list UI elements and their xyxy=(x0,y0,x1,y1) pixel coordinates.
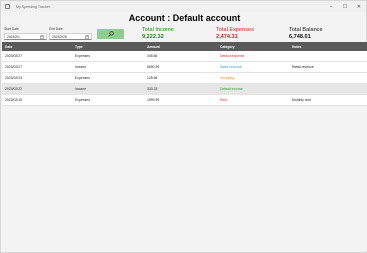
calendar-icon xyxy=(85,34,89,39)
total-expenses-label: Total Expenses xyxy=(216,27,254,33)
maximize-icon[interactable]: ☐ xyxy=(338,1,352,12)
cell-category: Sales revenue xyxy=(220,65,242,69)
cell-category: Default income xyxy=(220,87,243,91)
cell-type: Income xyxy=(75,87,87,91)
end-date-picker[interactable]: 2023/2/28 xyxy=(49,33,92,40)
cell-notes: Monthly rent xyxy=(292,98,311,102)
cell-type: Income xyxy=(75,65,87,69)
cell-date: 2023/02/15 xyxy=(5,98,22,102)
total-income-label: Total Income xyxy=(142,27,174,33)
cell-category: Default expense xyxy=(220,54,245,58)
table-header: Date Type Amount Category Notes xyxy=(2,42,367,51)
calendar-icon xyxy=(40,34,44,39)
column-header-type[interactable]: Type xyxy=(74,45,146,49)
cell-date: 2023/02/22 xyxy=(5,87,22,91)
cell-type: Expenses xyxy=(75,98,90,102)
total-income-value: 9,222.32 xyxy=(142,34,164,40)
table-row[interactable]: 2023/02/23 Expenses 128.66 Shopping xyxy=(2,73,367,84)
cell-notes: Retail revenue xyxy=(292,65,314,69)
total-income-panel: Total Income 9,222.32 xyxy=(142,27,174,40)
column-header-notes[interactable]: Notes xyxy=(291,45,367,49)
column-header-date[interactable]: Date xyxy=(2,45,74,49)
app-window: My Spending Tracker – ☐ ✕ Account : Defa… xyxy=(0,0,367,253)
column-header-category[interactable]: Category xyxy=(219,45,291,49)
window-title: My Spending Tracker xyxy=(16,4,50,9)
table-row[interactable]: 2023/02/22 Income 333.33 Default income xyxy=(2,84,367,95)
start-date-picker[interactable]: 2023/2/1 xyxy=(4,33,47,40)
search-button[interactable] xyxy=(97,29,124,39)
table-row[interactable]: 2023/02/27 Income 6690.99 Sales revenue Reta… xyxy=(2,62,367,73)
end-date-value: 2023/2/28 xyxy=(52,34,67,39)
total-expenses-panel: Total Expenses 2,474.31 xyxy=(216,27,254,40)
cell-amount: 345.66 xyxy=(147,54,158,58)
cell-amount: 1999.99 xyxy=(147,98,160,102)
close-icon[interactable]: ✕ xyxy=(352,1,366,12)
cell-category: Shopping xyxy=(220,76,235,80)
total-balance-value: 6,748.01 xyxy=(289,34,311,40)
minimize-icon[interactable]: – xyxy=(324,1,338,12)
cell-amount: 6690.99 xyxy=(147,65,160,69)
cell-amount: 128.66 xyxy=(147,76,158,80)
title-bar: My Spending Tracker – ☐ ✕ xyxy=(1,1,366,12)
page-title: Account : Default account xyxy=(128,13,241,23)
total-balance-label: Total Balance xyxy=(289,27,323,33)
window-controls: – ☐ ✕ xyxy=(324,1,366,12)
start-date-value: 2023/2/1 xyxy=(7,34,20,39)
cell-amount: 333.33 xyxy=(147,87,158,91)
total-expenses-value: 2,474.31 xyxy=(216,34,238,40)
cell-type: Expenses xyxy=(75,76,90,80)
cell-category: Rent xyxy=(220,98,228,102)
table-row[interactable]: 2023/02/15 Expenses 1999.99 Rent Monthly ren… xyxy=(2,95,367,106)
cell-date: 2023/02/27 xyxy=(5,54,22,58)
search-icon xyxy=(107,31,114,37)
app-icon xyxy=(5,4,10,9)
end-date-filter: End Date 2023/2/28 xyxy=(49,27,92,40)
start-date-label: Start Date xyxy=(4,27,19,31)
cell-date: 2023/02/27 xyxy=(5,65,22,69)
table-row[interactable]: 2023/02/27 Expenses 345.66 Default expense xyxy=(2,51,367,62)
cell-date: 2023/02/23 xyxy=(5,76,22,80)
column-header-amount[interactable]: Amount xyxy=(146,45,219,49)
transactions-table: Date Type Amount Category Notes 2023/02/… xyxy=(2,42,367,251)
total-balance-panel: Total Balance 6,748.01 xyxy=(289,27,323,40)
table-body: 2023/02/27 Expenses 345.66 Default expense 2… xyxy=(2,51,367,106)
cell-type: Expenses xyxy=(75,54,90,58)
start-date-filter: Start Date 2023/2/1 xyxy=(4,27,47,40)
end-date-label: End Date xyxy=(49,27,63,31)
